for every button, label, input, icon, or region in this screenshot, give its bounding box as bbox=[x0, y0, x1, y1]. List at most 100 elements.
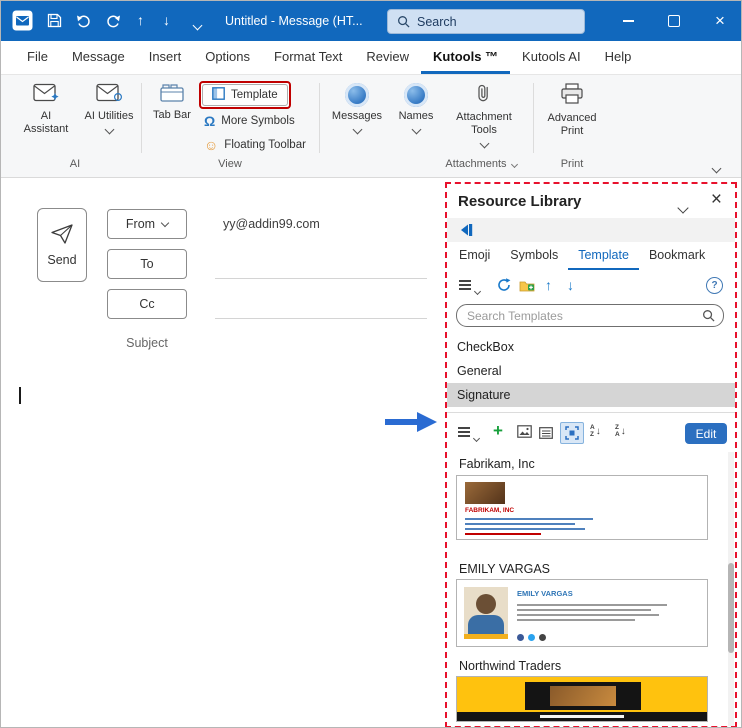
tab-help[interactable]: Help bbox=[593, 41, 644, 74]
pane-tab-bookmark[interactable]: Bookmark bbox=[639, 244, 715, 270]
tab-bar-button[interactable]: Tab Bar bbox=[149, 83, 195, 122]
template-item-label[interactable]: EMILY VARGAS bbox=[459, 562, 550, 576]
ai-assistant-label: AI Assistant bbox=[23, 110, 69, 135]
tab-review[interactable]: Review bbox=[354, 41, 421, 74]
template-card-fabrikam[interactable]: FABRIKAM, INC bbox=[456, 475, 708, 540]
messages-button[interactable]: Messages bbox=[329, 83, 385, 135]
to-button[interactable]: To bbox=[107, 249, 187, 279]
add-template-icon[interactable]: + bbox=[493, 422, 503, 439]
maximize-button[interactable] bbox=[651, 1, 697, 41]
chevron-down-icon bbox=[510, 160, 518, 168]
pane-close-icon[interactable]: × bbox=[711, 189, 722, 211]
from-dropdown[interactable]: From bbox=[107, 209, 187, 239]
item-menu-icon[interactable] bbox=[458, 427, 470, 437]
ai-utilities-button[interactable]: AI Utilities bbox=[81, 83, 137, 135]
titlebar-search[interactable]: Search bbox=[387, 9, 585, 34]
refresh-icon[interactable] bbox=[497, 278, 511, 297]
insert-image-icon[interactable] bbox=[517, 425, 532, 443]
cc-label: Cc bbox=[139, 297, 155, 311]
folder-item-general[interactable]: General bbox=[447, 359, 735, 383]
attachment-tools-button[interactable]: Attachment Tools bbox=[447, 81, 521, 149]
messages-icon bbox=[345, 83, 369, 107]
preview-mode-icon[interactable] bbox=[560, 422, 584, 444]
sort-ascending-icon[interactable]: AZ ↓ bbox=[590, 424, 601, 438]
template-item-label[interactable]: Northwind Traders bbox=[459, 659, 561, 673]
floating-toolbar-button[interactable]: ☺ Floating Toolbar bbox=[204, 138, 306, 152]
tab-message[interactable]: Message bbox=[60, 41, 137, 74]
titlebar-search-placeholder: Search bbox=[417, 14, 457, 29]
move-up-icon[interactable]: ↑ bbox=[545, 278, 552, 292]
tab-options[interactable]: Options bbox=[193, 41, 262, 74]
tab-insert[interactable]: Insert bbox=[137, 41, 194, 74]
compose-area: Send From yy@addin99.com To Cc Subject bbox=[1, 177, 445, 727]
chevron-down-icon bbox=[104, 124, 114, 135]
ribbon-tab-bar: File Message Insert Options Format Text … bbox=[1, 41, 741, 75]
chevron-down-icon bbox=[160, 218, 170, 227]
minimize-button[interactable] bbox=[605, 1, 651, 41]
names-icon bbox=[404, 83, 428, 107]
close-button[interactable]: × bbox=[697, 1, 741, 41]
signature-logo-block bbox=[525, 682, 641, 710]
tab-kutools-ai[interactable]: Kutools AI bbox=[510, 41, 593, 74]
folder-menu-icon[interactable] bbox=[459, 280, 471, 290]
attachments-group-text: Attachments bbox=[445, 158, 507, 170]
undo-icon[interactable] bbox=[76, 13, 92, 28]
printer-icon bbox=[560, 83, 584, 109]
tab-kutools[interactable]: Kutools ™ bbox=[421, 41, 511, 74]
from-label: From bbox=[125, 217, 156, 231]
folder-menu-chevron-icon[interactable] bbox=[473, 281, 482, 299]
pin-row bbox=[447, 218, 735, 242]
pane-tab-emoji[interactable]: Emoji bbox=[449, 244, 500, 270]
names-label: Names bbox=[398, 110, 434, 122]
template-item-label[interactable]: Fabrikam, Inc bbox=[459, 457, 535, 471]
cc-button[interactable]: Cc bbox=[107, 289, 187, 319]
attachments-group-label: Attachments bbox=[421, 158, 541, 170]
edit-button[interactable]: Edit bbox=[685, 423, 727, 444]
move-down-icon[interactable]: ↓ bbox=[163, 13, 170, 27]
ai-assistant-button[interactable]: AI Assistant bbox=[17, 83, 75, 136]
more-symbols-button[interactable]: Ω More Symbols bbox=[204, 114, 295, 128]
template-card-emily[interactable]: EMILY VARGAS bbox=[456, 579, 708, 647]
tab-format-text[interactable]: Format Text bbox=[262, 41, 354, 74]
tab-bar-label: Tab Bar bbox=[153, 109, 191, 121]
tab-file[interactable]: File bbox=[15, 41, 60, 74]
move-up-icon[interactable]: ↑ bbox=[137, 13, 144, 27]
messages-label: Messages bbox=[331, 110, 383, 122]
pane-tab-symbols[interactable]: Symbols bbox=[500, 244, 568, 270]
more-symbols-label: More Symbols bbox=[221, 115, 295, 127]
folder-item-signature[interactable]: Signature bbox=[447, 383, 735, 407]
advanced-print-label: Advanced Print bbox=[547, 112, 597, 137]
cc-input[interactable] bbox=[215, 289, 427, 319]
advanced-print-button[interactable]: Advanced Print bbox=[541, 83, 603, 138]
template-button[interactable]: Template bbox=[202, 84, 288, 106]
names-button[interactable]: Names bbox=[393, 83, 439, 135]
template-card-northwind[interactable] bbox=[456, 676, 708, 722]
message-body[interactable] bbox=[1, 369, 431, 727]
new-folder-icon[interactable] bbox=[519, 279, 535, 297]
item-menu-chevron-icon[interactable] bbox=[472, 428, 481, 446]
quick-access-chevron-icon[interactable] bbox=[192, 16, 203, 34]
outlook-app-icon[interactable] bbox=[12, 10, 33, 36]
collapse-ribbon-chevron-icon[interactable] bbox=[711, 159, 722, 177]
text-caret bbox=[19, 387, 21, 404]
folder-item-checkbox[interactable]: CheckBox bbox=[447, 335, 735, 359]
redo-icon[interactable] bbox=[105, 13, 121, 28]
move-down-icon[interactable]: ↓ bbox=[567, 278, 574, 292]
template-icon bbox=[212, 87, 225, 103]
pane-collapse-chevron-icon[interactable] bbox=[677, 199, 689, 217]
pane-tab-template[interactable]: Template bbox=[568, 244, 639, 270]
save-icon[interactable] bbox=[47, 13, 62, 28]
group-separator bbox=[533, 83, 534, 153]
pin-icon[interactable] bbox=[459, 223, 474, 242]
group-separator bbox=[319, 83, 320, 153]
sort-descending-icon[interactable]: ZA ↓ bbox=[615, 424, 626, 438]
scrollbar-thumb[interactable] bbox=[728, 563, 734, 653]
to-input[interactable] bbox=[215, 249, 427, 279]
list-view-icon[interactable] bbox=[539, 426, 553, 444]
close-icon: × bbox=[715, 11, 725, 30]
subject-label: Subject bbox=[126, 336, 168, 350]
template-search-input[interactable] bbox=[456, 304, 724, 327]
signature-image bbox=[550, 686, 616, 706]
send-button[interactable]: Send bbox=[37, 208, 87, 282]
help-icon[interactable]: ? bbox=[706, 277, 723, 294]
